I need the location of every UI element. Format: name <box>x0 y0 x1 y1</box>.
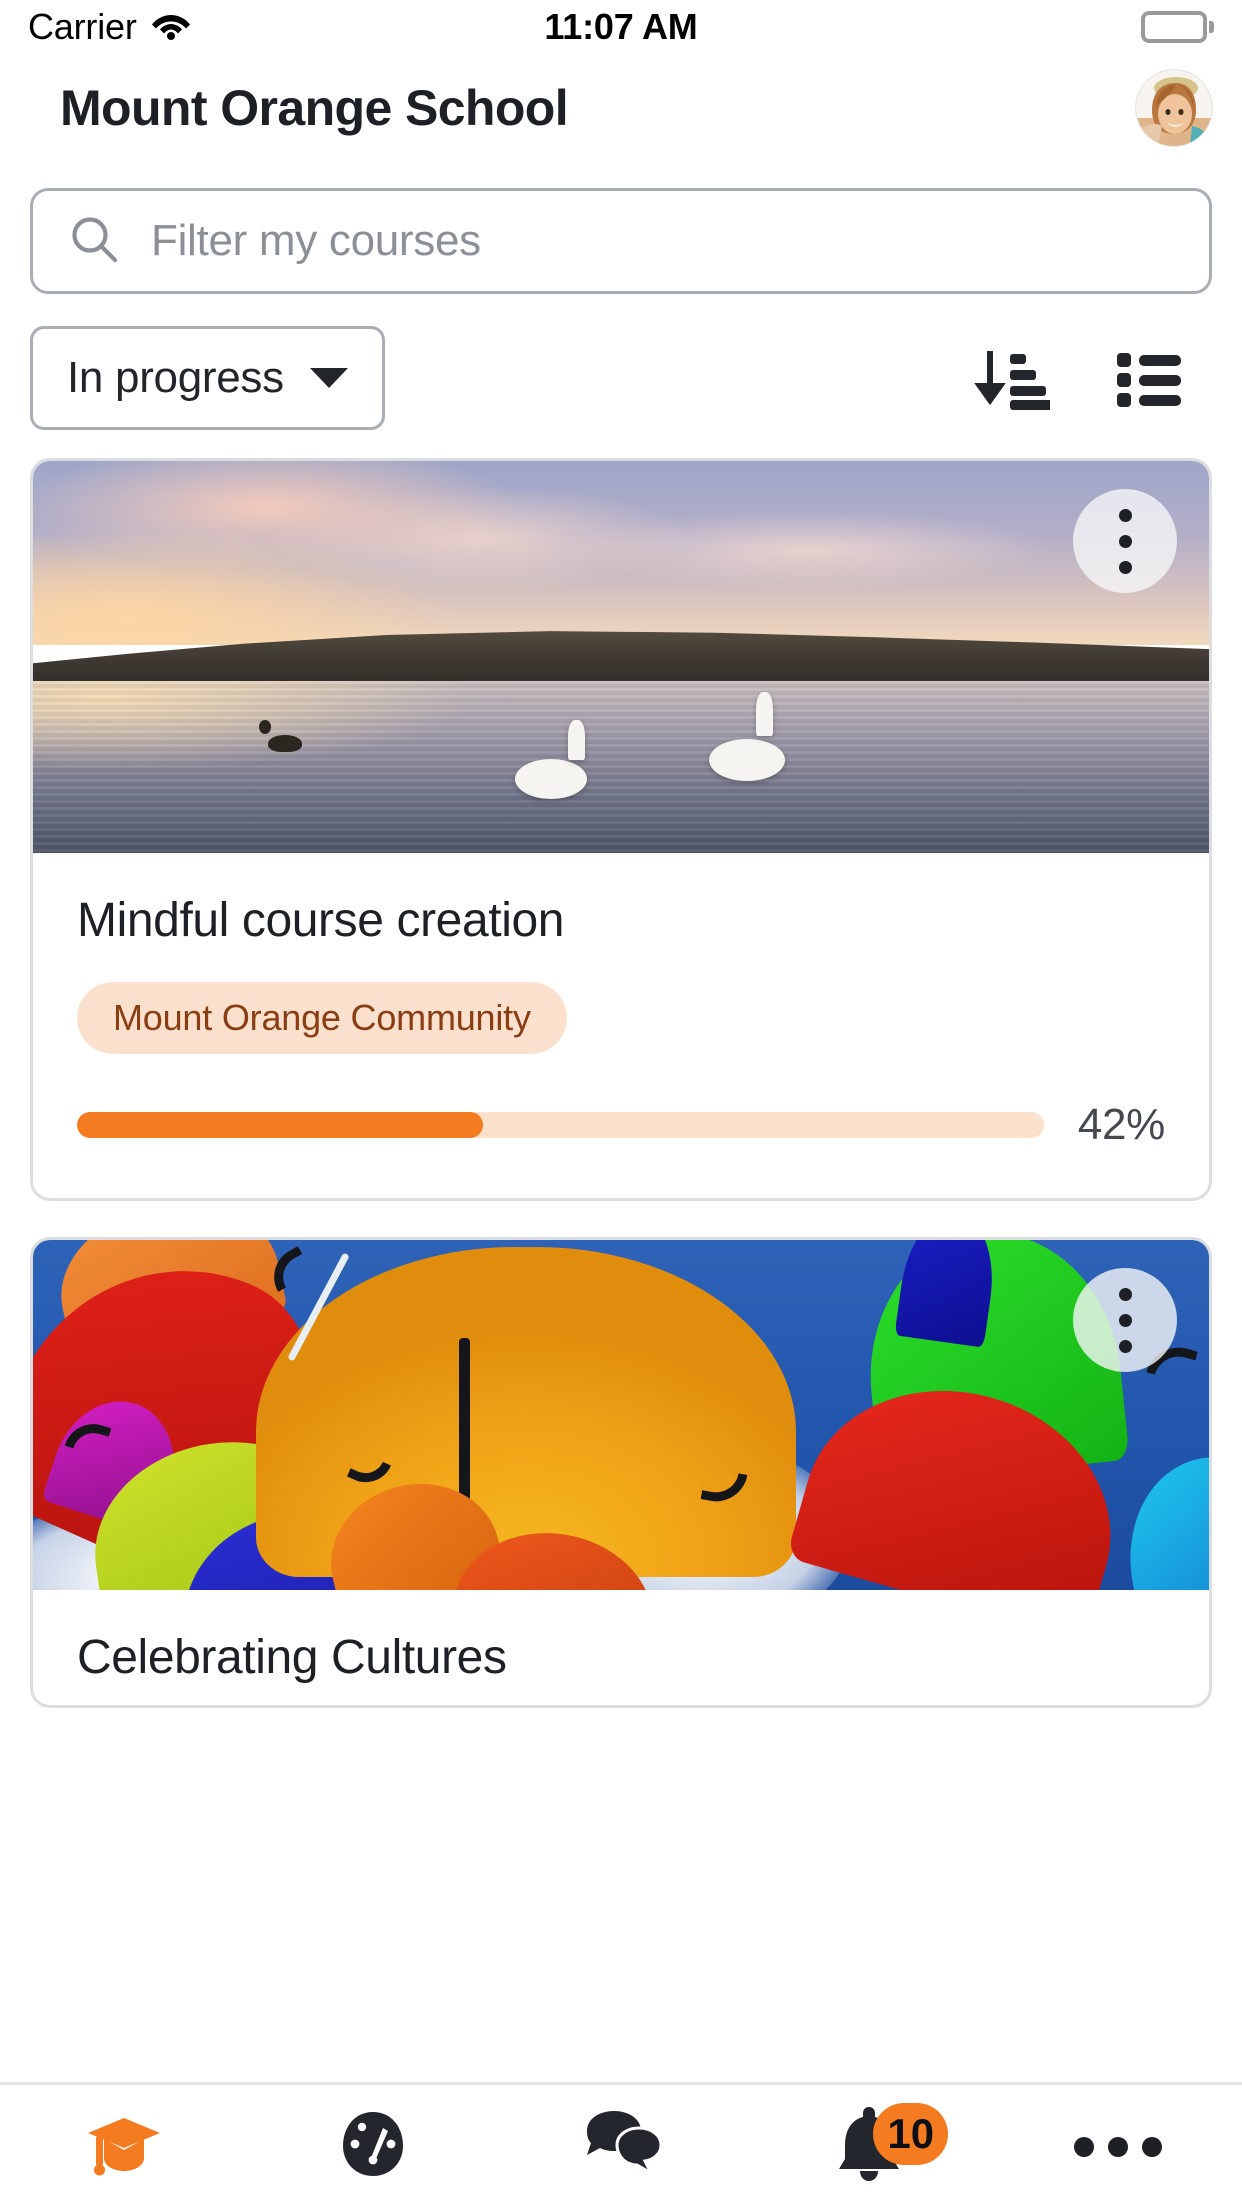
app-header: Mount Orange School <box>0 54 1242 162</box>
bottom-tab-bar: 10 <box>0 2082 1242 2208</box>
chevron-down-icon <box>309 368 348 388</box>
course-list[interactable]: Mindful course creation Mount Orange Com… <box>0 430 1242 2082</box>
tab-notifications[interactable]: 10 <box>745 2085 993 2208</box>
course-card[interactable]: Mindful course creation Mount Orange Com… <box>30 458 1212 1201</box>
tab-dashboard[interactable] <box>248 2085 496 2208</box>
course-image-art <box>33 1240 1209 1590</box>
progress-track <box>77 1112 1044 1138</box>
course-card[interactable]: Celebrating Cultures <box>30 1237 1212 1708</box>
graduation-cap-icon <box>82 2102 166 2191</box>
status-bar-clock: 11:07 AM <box>544 6 698 47</box>
course-image-art <box>33 461 1209 853</box>
course-card-body: Mindful course creation Mount Orange Com… <box>33 853 1209 1198</box>
lake-sunset-swans-image[interactable] <box>33 461 1209 853</box>
filter-toolbar: In progress <box>0 294 1242 430</box>
colorful-umbrellas-image[interactable] <box>33 1240 1209 1590</box>
search-placeholder: Filter my courses <box>151 216 481 265</box>
course-category-badge[interactable]: Mount Orange Community <box>77 982 567 1054</box>
course-progress: 42% <box>77 1100 1165 1150</box>
tab-more[interactable] <box>994 2085 1242 2208</box>
progress-label: 42% <box>1077 1100 1165 1149</box>
app-screen: Carrier 11:07 AM Mount Orange School Fil… <box>0 0 1242 2208</box>
tab-my-courses[interactable] <box>0 2085 248 2208</box>
notification-badge: 10 <box>873 2103 949 2165</box>
course-status-dropdown[interactable]: In progress <box>30 326 385 430</box>
sort-descending-icon[interactable] <box>972 338 1052 418</box>
status-bar: Carrier 11:07 AM <box>0 0 1242 54</box>
tab-messages[interactable] <box>497 2085 745 2208</box>
search-input[interactable]: Filter my courses <box>30 188 1212 294</box>
kebab-menu-icon[interactable] <box>1073 489 1177 593</box>
page-title: Mount Orange School <box>60 80 569 136</box>
chat-bubbles-icon <box>579 2105 663 2188</box>
avatar-button[interactable] <box>1136 70 1212 146</box>
dashboard-gauge-icon <box>333 2104 413 2189</box>
more-ellipsis-icon <box>1073 2136 1162 2157</box>
avatar[interactable] <box>1136 70 1212 146</box>
kebab-menu-icon[interactable] <box>1073 1268 1177 1372</box>
course-title[interactable]: Mindful course creation <box>77 893 1165 948</box>
course-title[interactable]: Celebrating Cultures <box>77 1630 1165 1685</box>
list-view-icon[interactable] <box>1108 338 1188 418</box>
progress-fill <box>77 1112 484 1138</box>
search-icon <box>67 212 121 271</box>
search-section: Filter my courses <box>0 162 1242 294</box>
course-card-body: Celebrating Cultures <box>33 1590 1209 1705</box>
course-status-value: In progress <box>67 353 284 402</box>
view-tools <box>972 338 1212 418</box>
